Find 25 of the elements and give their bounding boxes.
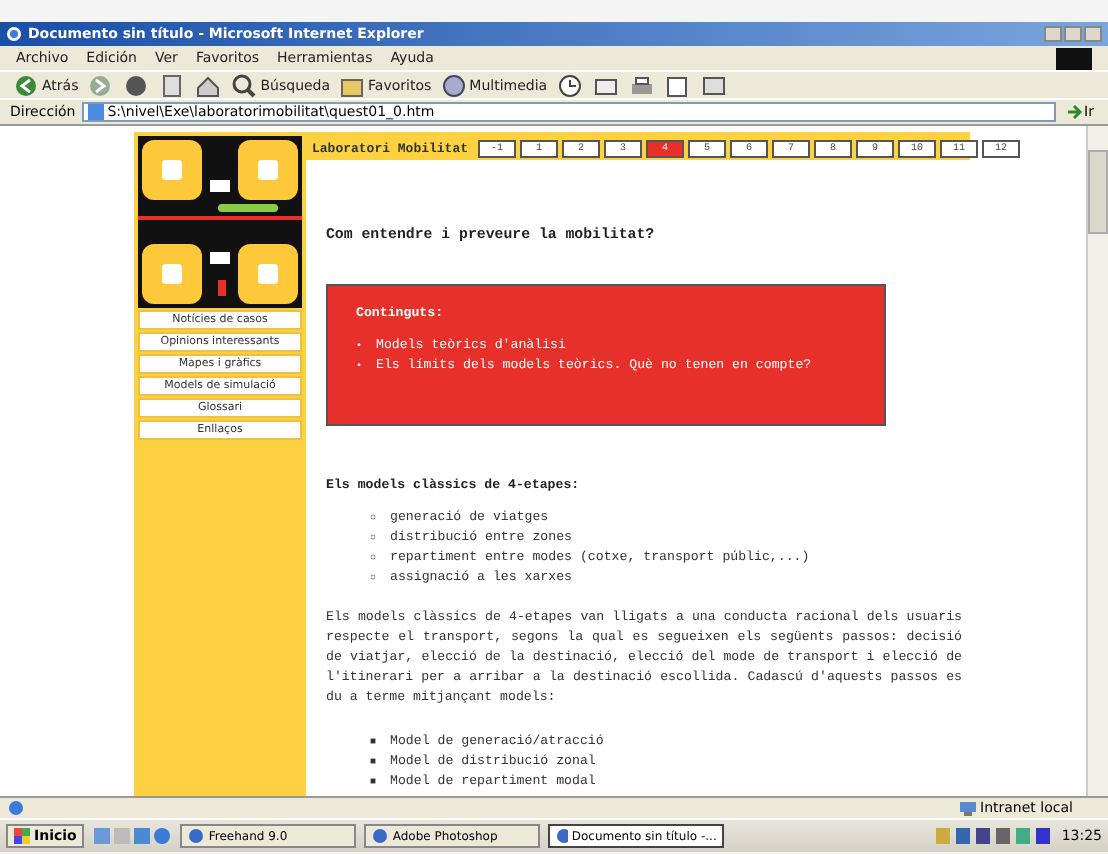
toolbar-button[interactable] [627, 71, 656, 99]
page-icon [158, 71, 187, 99]
browser-logo-icon [6, 26, 22, 42]
page-icon [8, 800, 24, 816]
windows-logo-icon [14, 828, 30, 844]
toolbar-button[interactable] [699, 71, 728, 99]
toolbar-button[interactable] [158, 71, 187, 99]
app-icon [556, 828, 568, 844]
toolbar-button[interactable] [555, 71, 584, 99]
tray-icons[interactable] [933, 826, 1054, 846]
toolbar-button[interactable] [194, 71, 223, 99]
computer-icon [960, 801, 976, 815]
arrow-icon [1066, 104, 1083, 120]
windows-logo-icon [1056, 47, 1092, 69]
quick-launch-icons[interactable] [92, 826, 173, 846]
app-icon [188, 828, 205, 844]
toolbar-button[interactable] [663, 71, 692, 99]
disc-icon [439, 71, 468, 99]
window-icon [699, 71, 728, 99]
app-icon [372, 828, 389, 844]
stop-icon [122, 71, 151, 99]
page-icon [87, 104, 104, 120]
search-icon [230, 71, 259, 99]
toolbar-button[interactable] [122, 71, 151, 99]
scrollbar[interactable] [1086, 126, 1108, 796]
